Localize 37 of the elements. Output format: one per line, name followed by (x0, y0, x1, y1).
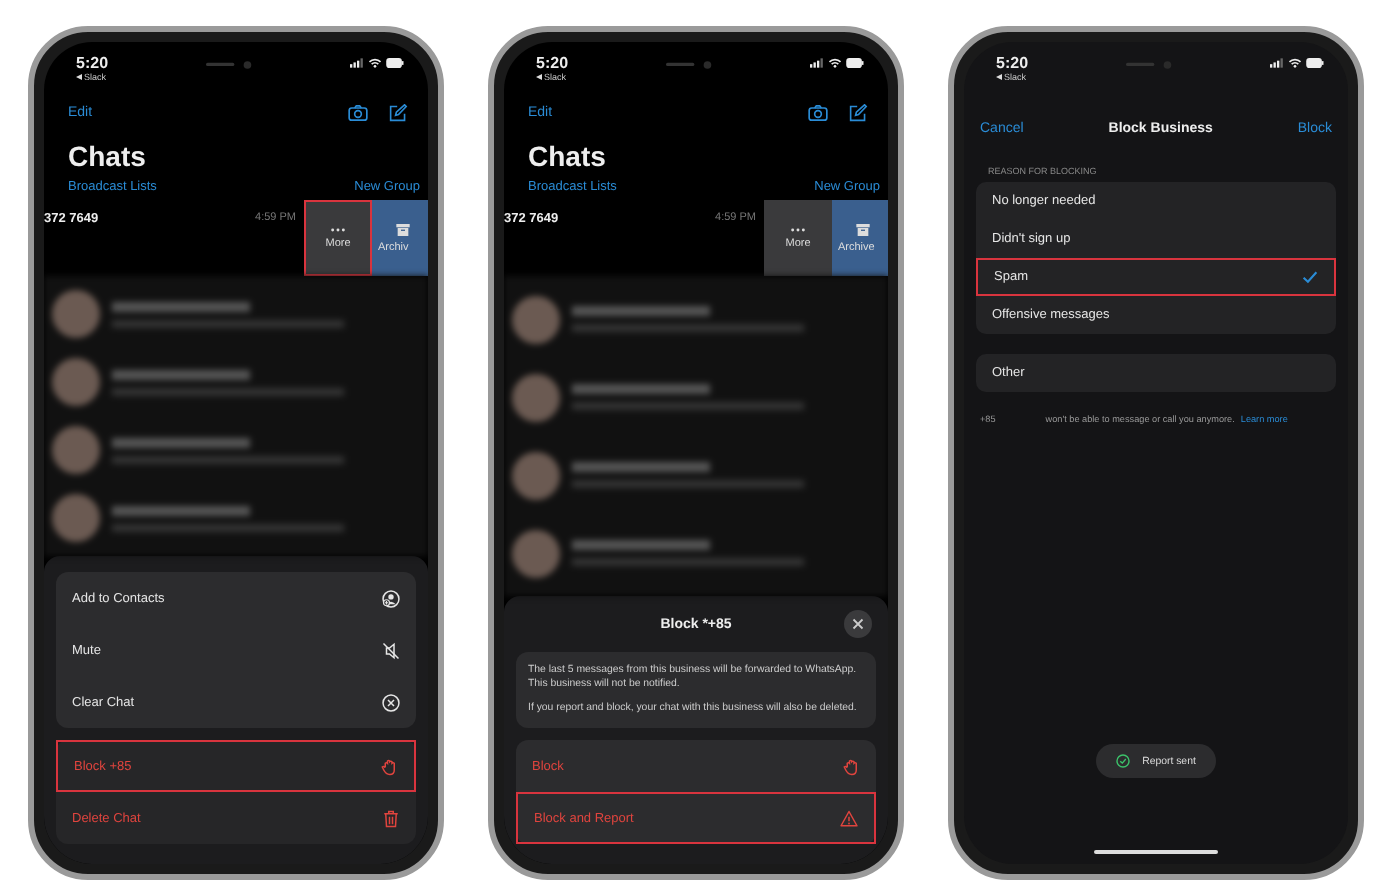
mute-icon (382, 641, 400, 659)
back-triangle-icon (996, 74, 1002, 80)
hand-icon (842, 757, 860, 775)
chats-title: Chats (66, 138, 148, 176)
archive-box-icon (856, 223, 870, 235)
signal-icon (1269, 58, 1284, 68)
speaker-and-camera-drawing (665, 60, 713, 70)
status-time: 5:20 (536, 54, 569, 72)
status-time: 5:20 (996, 54, 1029, 72)
trash-icon (382, 809, 400, 827)
wifi-icon (1287, 58, 1302, 68)
wifi-icon (827, 58, 842, 68)
battery-icon (845, 58, 864, 68)
hand-icon (380, 757, 398, 775)
check-circle-icon (1116, 754, 1131, 768)
close-icon (852, 618, 864, 630)
warning-icon (840, 809, 858, 827)
speaker-and-camera-drawing (1125, 60, 1173, 70)
chats-title: Chats (526, 138, 608, 176)
status-time: 5:20 (76, 54, 109, 72)
wifi-icon (367, 58, 382, 68)
back-triangle-icon (76, 74, 82, 80)
battery-icon (1305, 58, 1324, 68)
close-button[interactable] (844, 610, 872, 638)
camera-icon[interactable] (808, 103, 828, 121)
camera-icon[interactable] (348, 103, 368, 121)
add-contact-icon (382, 589, 400, 607)
archive-box-icon (396, 223, 410, 235)
compose-icon[interactable] (388, 103, 408, 121)
signal-icon (809, 58, 824, 68)
clear-icon (382, 693, 400, 711)
battery-icon (385, 58, 404, 68)
signal-icon (349, 58, 364, 68)
speaker-and-camera-drawing (205, 60, 253, 70)
home-indicator (1094, 850, 1218, 854)
compose-icon[interactable] (848, 103, 868, 121)
back-triangle-icon (536, 74, 542, 80)
